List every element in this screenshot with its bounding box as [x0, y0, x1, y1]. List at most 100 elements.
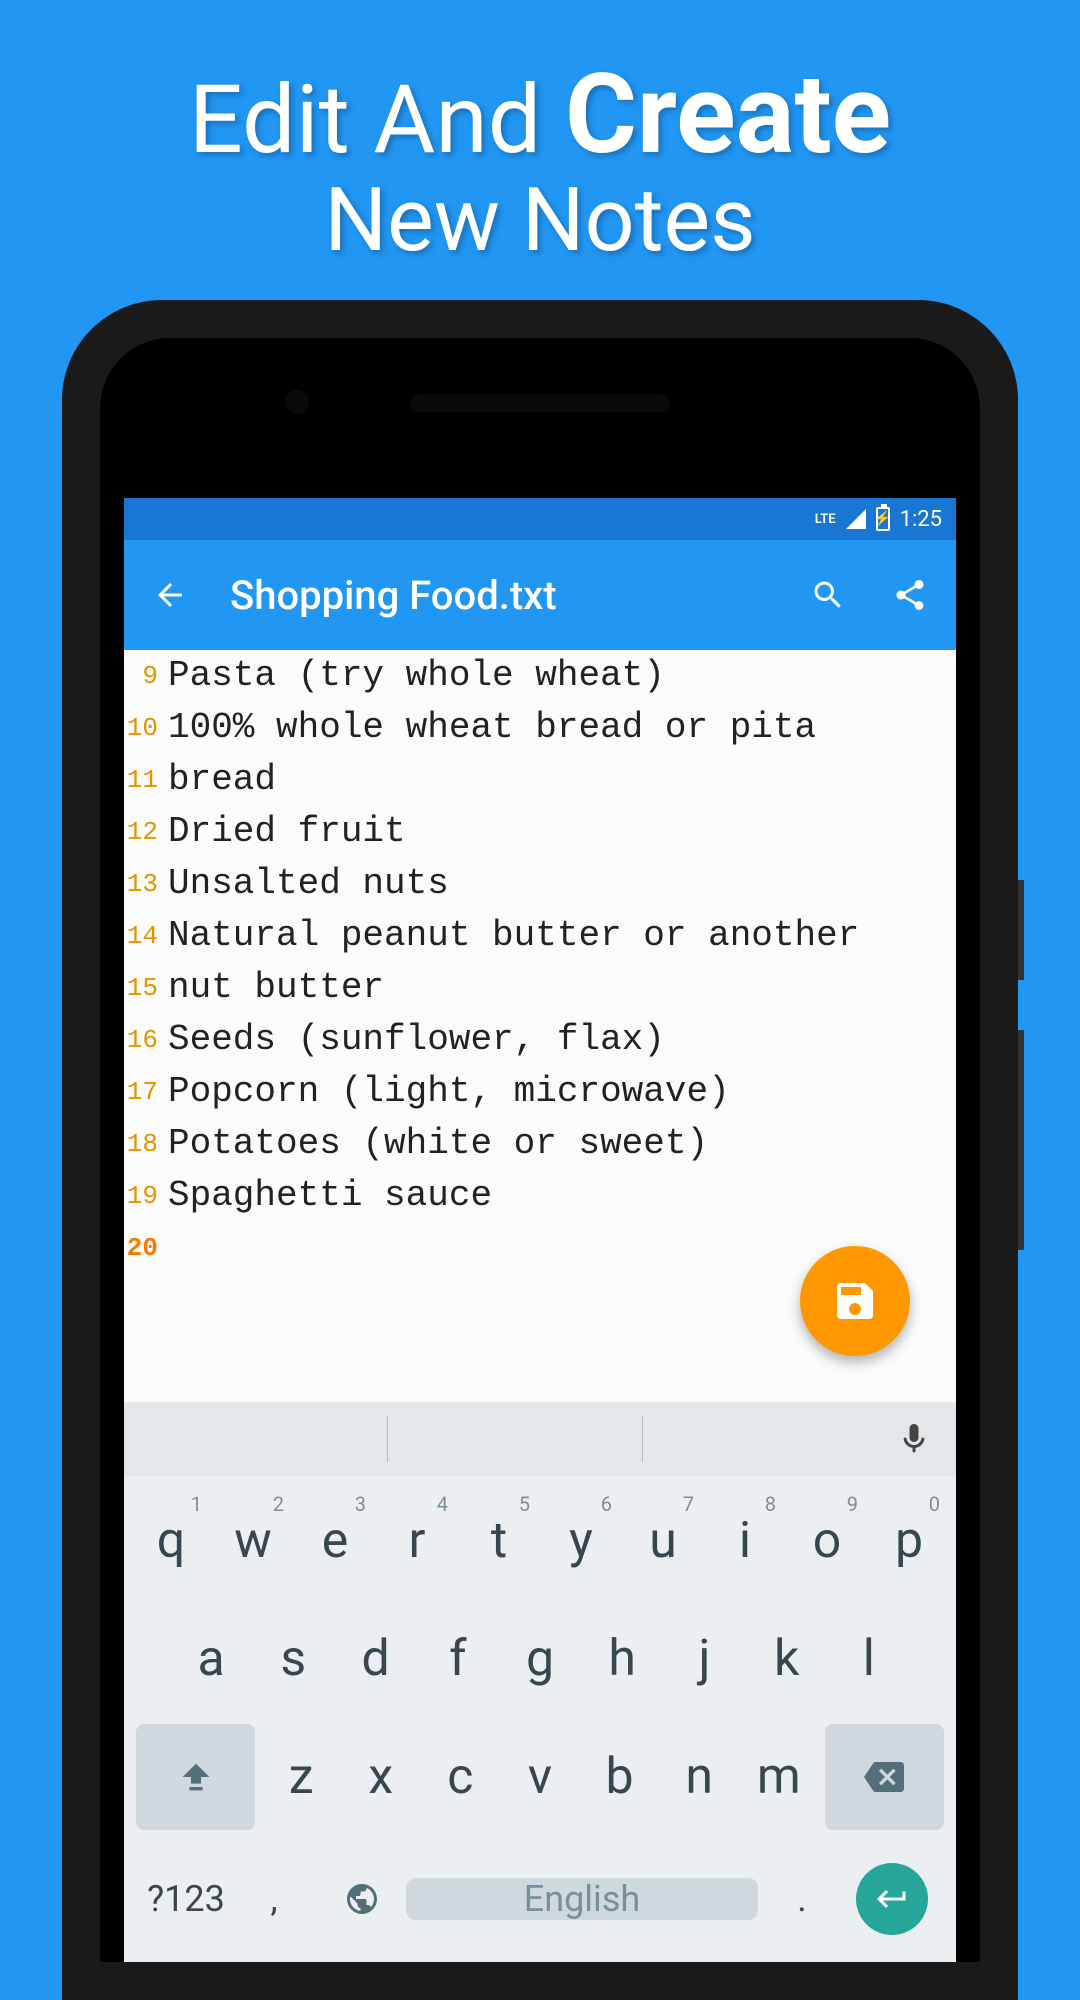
key-p[interactable]: 0p — [868, 1488, 950, 1594]
key-i[interactable]: 8i — [704, 1488, 786, 1594]
line-number: 16 — [124, 1014, 168, 1066]
symbols-key[interactable]: ?123 — [142, 1878, 230, 1920]
key-s[interactable]: s — [252, 1606, 334, 1712]
line-text[interactable]: Natural peanut butter or another — [168, 910, 859, 962]
editor-line[interactable]: 10100% whole wheat bread or pita — [124, 702, 956, 754]
editor-line[interactable]: 13Unsalted nuts — [124, 858, 956, 910]
line-number: 14 — [124, 910, 168, 962]
line-text[interactable]: Seeds (sunflower, flax) — [168, 1014, 665, 1066]
editor-line[interactable]: 19Spaghetti sauce — [124, 1170, 956, 1222]
key-t[interactable]: 5t — [458, 1488, 540, 1594]
mic-icon[interactable] — [896, 1421, 932, 1457]
key-m[interactable]: m — [739, 1724, 819, 1830]
status-bar: LTE ⚡ 1:25 — [124, 498, 956, 540]
shift-key[interactable] — [136, 1724, 255, 1830]
editor-line[interactable]: 11bread — [124, 754, 956, 806]
search-button[interactable] — [806, 573, 850, 617]
key-j[interactable]: j — [663, 1606, 745, 1712]
comma-key[interactable]: , — [230, 1878, 318, 1920]
share-button[interactable] — [888, 573, 932, 617]
line-number: 19 — [124, 1170, 168, 1222]
phone-frame: LTE ⚡ 1:25 Shopping Food.txt 9Pasta (try… — [62, 300, 1018, 2000]
status-time: 1:25 — [900, 507, 942, 532]
key-r[interactable]: 4r — [376, 1488, 458, 1594]
editor-line[interactable]: 12Dried fruit — [124, 806, 956, 858]
page-title: Shopping Food.txt — [230, 572, 768, 619]
phone-speaker — [410, 394, 670, 412]
save-fab[interactable] — [800, 1246, 910, 1356]
key-w[interactable]: 2w — [212, 1488, 294, 1594]
enter-icon — [874, 1881, 910, 1917]
suggestion-slot[interactable] — [134, 1416, 387, 1462]
enter-key[interactable] — [856, 1863, 928, 1935]
promo-title: Edit And Create New Notes — [0, 0, 1080, 292]
promo-line-1: Edit And Create — [0, 50, 1080, 179]
promo-text-a: Edit And — [189, 65, 565, 176]
editor-line[interactable]: 14Natural peanut butter or another — [124, 910, 956, 962]
line-text[interactable]: Dried fruit — [168, 806, 406, 858]
key-k[interactable]: k — [746, 1606, 828, 1712]
period-key[interactable]: . — [758, 1878, 846, 1920]
key-q[interactable]: 1q — [130, 1488, 212, 1594]
key-f[interactable]: f — [417, 1606, 499, 1712]
signal-icon — [846, 509, 866, 529]
key-e[interactable]: 3e — [294, 1488, 376, 1594]
key-d[interactable]: d — [334, 1606, 416, 1712]
line-number: 11 — [124, 754, 168, 806]
line-text[interactable]: 100% whole wheat bread or pita — [168, 702, 816, 754]
key-x[interactable]: x — [341, 1724, 421, 1830]
text-editor[interactable]: 9Pasta (try whole wheat)10100% whole whe… — [124, 650, 956, 1402]
promo-text-b: Create — [565, 50, 891, 179]
globe-icon — [344, 1881, 380, 1917]
editor-line[interactable]: 9Pasta (try whole wheat) — [124, 650, 956, 702]
back-button[interactable] — [148, 573, 192, 617]
phone-side-button — [1018, 880, 1024, 980]
line-number: 17 — [124, 1066, 168, 1118]
line-text[interactable]: Popcorn (light, microwave) — [168, 1066, 730, 1118]
line-number: 12 — [124, 806, 168, 858]
editor-line[interactable]: 17Popcorn (light, microwave) — [124, 1066, 956, 1118]
editor-line[interactable]: 16Seeds (sunflower, flax) — [124, 1014, 956, 1066]
phone-bezel: LTE ⚡ 1:25 Shopping Food.txt 9Pasta (try… — [100, 338, 980, 1962]
search-icon — [810, 577, 846, 613]
phone-camera — [285, 390, 309, 414]
screen: LTE ⚡ 1:25 Shopping Food.txt 9Pasta (try… — [124, 498, 956, 1962]
key-a[interactable]: a — [170, 1606, 252, 1712]
key-y[interactable]: 6y — [540, 1488, 622, 1594]
line-text[interactable]: nut butter — [168, 962, 384, 1014]
promo-line-2: New Notes — [0, 169, 1080, 272]
key-h[interactable]: h — [581, 1606, 663, 1712]
language-key[interactable] — [318, 1881, 406, 1917]
key-v[interactable]: v — [500, 1724, 580, 1830]
backspace-icon — [864, 1757, 904, 1797]
key-n[interactable]: n — [659, 1724, 739, 1830]
shift-icon — [176, 1757, 216, 1797]
editor-line[interactable]: 18Potatoes (white or sweet) — [124, 1118, 956, 1170]
key-b[interactable]: b — [580, 1724, 660, 1830]
line-text[interactable]: Spaghetti sauce — [168, 1170, 492, 1222]
key-u[interactable]: 7u — [622, 1488, 704, 1594]
line-number: 20 — [124, 1222, 168, 1274]
arrow-left-icon — [152, 577, 188, 613]
line-text[interactable]: bread — [168, 754, 276, 806]
key-o[interactable]: 9o — [786, 1488, 868, 1594]
editor-line[interactable]: 15nut butter — [124, 962, 956, 1014]
line-number: 18 — [124, 1118, 168, 1170]
key-l[interactable]: l — [828, 1606, 910, 1712]
line-text[interactable]: Unsalted nuts — [168, 858, 449, 910]
line-text[interactable]: Pasta (try whole wheat) — [168, 650, 665, 702]
key-g[interactable]: g — [499, 1606, 581, 1712]
key-c[interactable]: c — [421, 1724, 501, 1830]
line-number: 15 — [124, 962, 168, 1014]
phone-side-button — [1018, 1030, 1024, 1250]
key-z[interactable]: z — [261, 1724, 341, 1830]
space-key[interactable]: English — [406, 1878, 758, 1920]
status-lte: LTE — [815, 512, 836, 527]
suggestion-bar[interactable] — [124, 1402, 956, 1476]
suggestion-slot[interactable] — [642, 1416, 896, 1462]
suggestion-slot[interactable] — [387, 1416, 641, 1462]
keyboard: 1q2w3e4r5t6y7u8i9o0p asdfghjkl zxcvbnm ?… — [124, 1402, 956, 1962]
line-text[interactable]: Potatoes (white or sweet) — [168, 1118, 708, 1170]
backspace-key[interactable] — [825, 1724, 944, 1830]
save-icon — [831, 1277, 879, 1325]
